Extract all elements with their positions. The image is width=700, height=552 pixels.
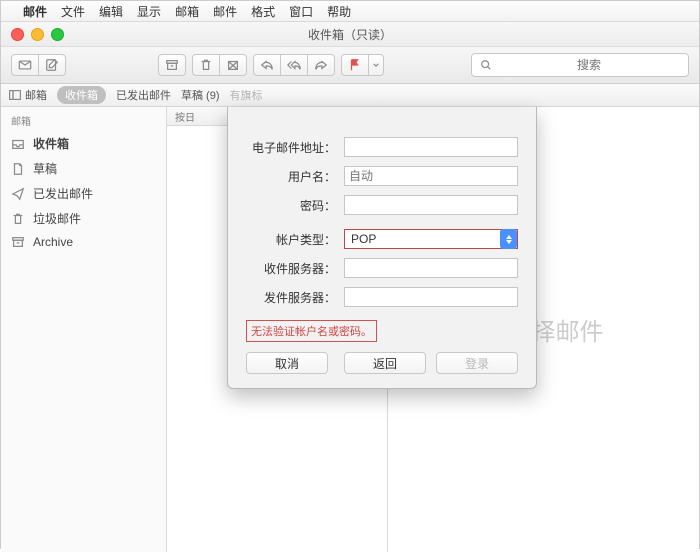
archive-icon bbox=[165, 58, 179, 72]
sidebar-item-drafts[interactable]: 草稿 bbox=[1, 156, 166, 181]
menu-window[interactable]: 窗口 bbox=[289, 3, 313, 20]
menu-mailbox[interactable]: 邮箱 bbox=[175, 3, 199, 20]
account-type-value: POP bbox=[345, 232, 382, 246]
compose-button[interactable] bbox=[38, 54, 66, 76]
compose-icon bbox=[45, 58, 59, 72]
sidebar-item-label: 收件箱 bbox=[33, 135, 69, 152]
reply-all-button[interactable] bbox=[280, 54, 308, 76]
chevron-down-icon bbox=[372, 61, 380, 69]
favbar-sent[interactable]: 已发出邮件 bbox=[116, 87, 171, 103]
sidebar-toggle-icon bbox=[9, 90, 21, 100]
sidebar-header: 邮箱 bbox=[1, 109, 166, 131]
flag-button[interactable] bbox=[341, 54, 369, 76]
sidebar-item-junk[interactable]: 垃圾邮件 bbox=[1, 206, 166, 231]
flag-menu-button[interactable] bbox=[368, 54, 384, 76]
toolbar bbox=[1, 47, 699, 84]
password-field[interactable] bbox=[344, 195, 518, 215]
favbar-inbox[interactable]: 收件箱 bbox=[57, 86, 106, 104]
outgoing-server-label: 发件服务器： bbox=[246, 289, 336, 306]
sidebar-item-inbox[interactable]: 收件箱 bbox=[1, 131, 166, 156]
sidebar-item-label: 垃圾邮件 bbox=[33, 210, 81, 227]
trash-icon bbox=[11, 212, 25, 226]
back-button-label: 返回 bbox=[373, 355, 397, 372]
menu-edit[interactable]: 编辑 bbox=[99, 3, 123, 20]
favorites-bar: 邮箱 收件箱 已发出邮件 草稿 (9) 有旗标 bbox=[1, 84, 699, 107]
reply-icon bbox=[260, 58, 274, 72]
menu-message[interactable]: 邮件 bbox=[213, 3, 237, 20]
auth-error-message: 无法验证帐户名或密码。 bbox=[246, 320, 377, 342]
search-icon bbox=[480, 59, 492, 71]
get-mail-button[interactable] bbox=[11, 54, 39, 76]
favbar-mailboxes-label: 邮箱 bbox=[25, 87, 47, 103]
paperplane-icon bbox=[11, 187, 25, 201]
search-input[interactable] bbox=[498, 57, 680, 73]
search-field[interactable] bbox=[471, 53, 689, 77]
menu-format[interactable]: 格式 bbox=[251, 3, 275, 20]
delete-button[interactable] bbox=[192, 54, 220, 76]
inbox-icon bbox=[11, 137, 25, 151]
favbar-mailboxes[interactable]: 邮箱 bbox=[9, 87, 47, 103]
account-type-label: 帐户类型： bbox=[246, 231, 336, 248]
envelope-icon bbox=[18, 58, 32, 72]
flag-icon bbox=[348, 58, 362, 72]
archive-button[interactable] bbox=[158, 54, 186, 76]
username-field[interactable] bbox=[344, 166, 518, 186]
sidebar-item-archive[interactable]: Archive bbox=[1, 231, 166, 253]
sidebar-item-sent[interactable]: 已发出邮件 bbox=[1, 181, 166, 206]
junk-button[interactable] bbox=[219, 54, 247, 76]
trash-icon bbox=[199, 58, 213, 72]
forward-button[interactable] bbox=[307, 54, 335, 76]
incoming-server-label: 收件服务器： bbox=[246, 260, 336, 277]
forward-icon bbox=[314, 58, 328, 72]
password-label: 密码： bbox=[246, 197, 336, 214]
incoming-server-field[interactable] bbox=[344, 258, 518, 278]
sidebar-item-label: 草稿 bbox=[33, 160, 57, 177]
reply-button[interactable] bbox=[253, 54, 281, 76]
menu-app[interactable]: 邮件 bbox=[23, 3, 47, 20]
account-type-dropdown[interactable]: POP bbox=[344, 229, 518, 249]
junk-icon bbox=[226, 58, 240, 72]
system-menubar: 邮件 文件 编辑 显示 邮箱 邮件 格式 窗口 帮助 bbox=[1, 1, 699, 22]
signin-button[interactable]: 登录 bbox=[436, 352, 518, 374]
signin-button-label: 登录 bbox=[465, 355, 489, 372]
reply-all-icon bbox=[287, 58, 301, 72]
mailbox-sidebar: 邮箱 收件箱 草稿 已发出邮件 垃圾邮件 Archive bbox=[1, 107, 167, 552]
minimize-window-button[interactable] bbox=[31, 28, 44, 41]
sidebar-item-label: Archive bbox=[33, 235, 73, 249]
favbar-drafts[interactable]: 草稿 (9) bbox=[181, 87, 220, 103]
account-setup-sheet: 电子邮件地址： 用户名： 密码： 帐户类型： POP bbox=[227, 107, 537, 389]
email-field[interactable] bbox=[344, 137, 518, 157]
archive-icon bbox=[11, 235, 25, 249]
document-icon bbox=[11, 162, 25, 176]
menu-file[interactable]: 文件 bbox=[61, 3, 85, 20]
outgoing-server-field[interactable] bbox=[344, 287, 518, 307]
username-label: 用户名： bbox=[246, 168, 336, 185]
window-title: 收件箱（只读） bbox=[308, 26, 392, 43]
menu-help[interactable]: 帮助 bbox=[327, 3, 351, 20]
window-titlebar: 收件箱（只读） bbox=[1, 22, 699, 47]
zoom-window-button[interactable] bbox=[51, 28, 64, 41]
email-label: 电子邮件地址： bbox=[246, 139, 336, 156]
dropdown-arrows-icon bbox=[500, 229, 517, 249]
cancel-button[interactable]: 取消 bbox=[246, 352, 328, 374]
menu-view[interactable]: 显示 bbox=[137, 3, 161, 20]
back-button[interactable]: 返回 bbox=[344, 352, 426, 374]
favbar-flagged[interactable]: 有旗标 bbox=[230, 87, 263, 103]
close-window-button[interactable] bbox=[11, 28, 24, 41]
sidebar-item-label: 已发出邮件 bbox=[33, 185, 93, 202]
cancel-button-label: 取消 bbox=[275, 355, 299, 372]
